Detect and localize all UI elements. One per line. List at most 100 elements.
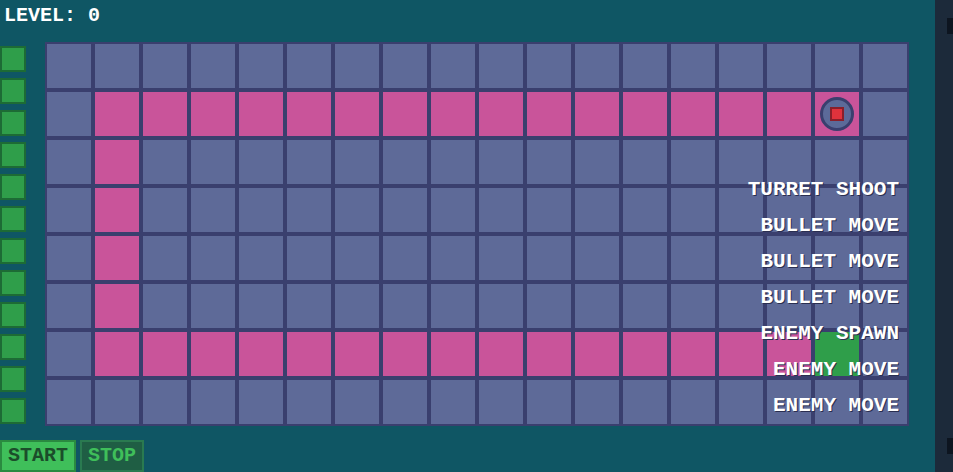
path-cell[interactable]: [191, 92, 235, 136]
empty-cell[interactable]: [719, 380, 763, 424]
empty-cell[interactable]: [575, 188, 619, 232]
empty-cell[interactable]: [527, 188, 571, 232]
path-cell[interactable]: [719, 332, 763, 376]
empty-cell[interactable]: [239, 140, 283, 184]
path-cell[interactable]: [527, 332, 571, 376]
path-cell[interactable]: [335, 92, 379, 136]
path-cell[interactable]: [95, 332, 139, 376]
empty-cell[interactable]: [623, 380, 667, 424]
path-cell[interactable]: [95, 284, 139, 328]
empty-cell[interactable]: [431, 44, 475, 88]
empty-cell[interactable]: [287, 44, 331, 88]
empty-cell[interactable]: [383, 380, 427, 424]
empty-cell[interactable]: [431, 140, 475, 184]
path-cell[interactable]: [239, 332, 283, 376]
empty-cell[interactable]: [239, 380, 283, 424]
path-cell[interactable]: [95, 140, 139, 184]
path-cell[interactable]: [95, 92, 139, 136]
start-button[interactable]: START: [0, 440, 76, 472]
empty-cell[interactable]: [575, 284, 619, 328]
empty-cell[interactable]: [767, 140, 811, 184]
empty-cell[interactable]: [239, 236, 283, 280]
path-cell[interactable]: [623, 332, 667, 376]
empty-cell[interactable]: [479, 44, 523, 88]
empty-cell[interactable]: [623, 44, 667, 88]
empty-cell[interactable]: [335, 284, 379, 328]
empty-cell[interactable]: [527, 44, 571, 88]
path-cell[interactable]: [767, 92, 811, 136]
empty-cell[interactable]: [191, 44, 235, 88]
empty-cell[interactable]: [479, 380, 523, 424]
path-cell[interactable]: [287, 332, 331, 376]
path-cell[interactable]: [575, 92, 619, 136]
path-cell[interactable]: [287, 92, 331, 136]
path-cell[interactable]: [335, 332, 379, 376]
empty-cell[interactable]: [383, 236, 427, 280]
empty-cell[interactable]: [239, 188, 283, 232]
empty-cell[interactable]: [719, 284, 763, 328]
empty-cell[interactable]: [143, 236, 187, 280]
path-cell[interactable]: [143, 92, 187, 136]
empty-cell[interactable]: [335, 188, 379, 232]
empty-cell[interactable]: [47, 92, 91, 136]
empty-cell[interactable]: [623, 284, 667, 328]
empty-cell[interactable]: [671, 284, 715, 328]
empty-cell[interactable]: [671, 380, 715, 424]
empty-cell[interactable]: [143, 140, 187, 184]
empty-cell[interactable]: [287, 236, 331, 280]
empty-cell[interactable]: [719, 236, 763, 280]
empty-cell[interactable]: [143, 380, 187, 424]
empty-cell[interactable]: [671, 236, 715, 280]
empty-cell[interactable]: [335, 44, 379, 88]
empty-cell[interactable]: [191, 188, 235, 232]
empty-cell[interactable]: [863, 44, 907, 88]
empty-cell[interactable]: [863, 140, 907, 184]
path-cell[interactable]: [431, 332, 475, 376]
path-cell[interactable]: [383, 92, 427, 136]
empty-cell[interactable]: [575, 140, 619, 184]
empty-cell[interactable]: [479, 284, 523, 328]
empty-cell[interactable]: [671, 44, 715, 88]
empty-cell[interactable]: [671, 140, 715, 184]
empty-cell[interactable]: [95, 380, 139, 424]
empty-cell[interactable]: [623, 188, 667, 232]
empty-cell[interactable]: [287, 380, 331, 424]
path-cell[interactable]: [479, 332, 523, 376]
path-cell[interactable]: [527, 92, 571, 136]
empty-cell[interactable]: [383, 44, 427, 88]
empty-cell[interactable]: [863, 92, 907, 136]
empty-cell[interactable]: [47, 380, 91, 424]
empty-cell[interactable]: [527, 380, 571, 424]
empty-cell[interactable]: [719, 44, 763, 88]
empty-cell[interactable]: [575, 44, 619, 88]
path-cell[interactable]: [431, 92, 475, 136]
path-cell[interactable]: [191, 332, 235, 376]
turret-cell[interactable]: [815, 92, 859, 136]
empty-cell[interactable]: [287, 140, 331, 184]
empty-cell[interactable]: [47, 44, 91, 88]
empty-cell[interactable]: [239, 284, 283, 328]
path-cell[interactable]: [479, 92, 523, 136]
empty-cell[interactable]: [431, 236, 475, 280]
empty-cell[interactable]: [527, 236, 571, 280]
empty-cell[interactable]: [431, 380, 475, 424]
empty-cell[interactable]: [623, 236, 667, 280]
empty-cell[interactable]: [47, 284, 91, 328]
empty-cell[interactable]: [47, 140, 91, 184]
empty-cell[interactable]: [335, 236, 379, 280]
path-cell[interactable]: [623, 92, 667, 136]
empty-cell[interactable]: [767, 44, 811, 88]
empty-cell[interactable]: [527, 284, 571, 328]
empty-cell[interactable]: [479, 236, 523, 280]
empty-cell[interactable]: [191, 236, 235, 280]
empty-cell[interactable]: [671, 188, 715, 232]
empty-cell[interactable]: [47, 332, 91, 376]
empty-cell[interactable]: [383, 188, 427, 232]
empty-cell[interactable]: [335, 140, 379, 184]
empty-cell[interactable]: [335, 380, 379, 424]
empty-cell[interactable]: [479, 140, 523, 184]
path-cell[interactable]: [671, 332, 715, 376]
empty-cell[interactable]: [575, 380, 619, 424]
empty-cell[interactable]: [191, 284, 235, 328]
empty-cell[interactable]: [623, 140, 667, 184]
